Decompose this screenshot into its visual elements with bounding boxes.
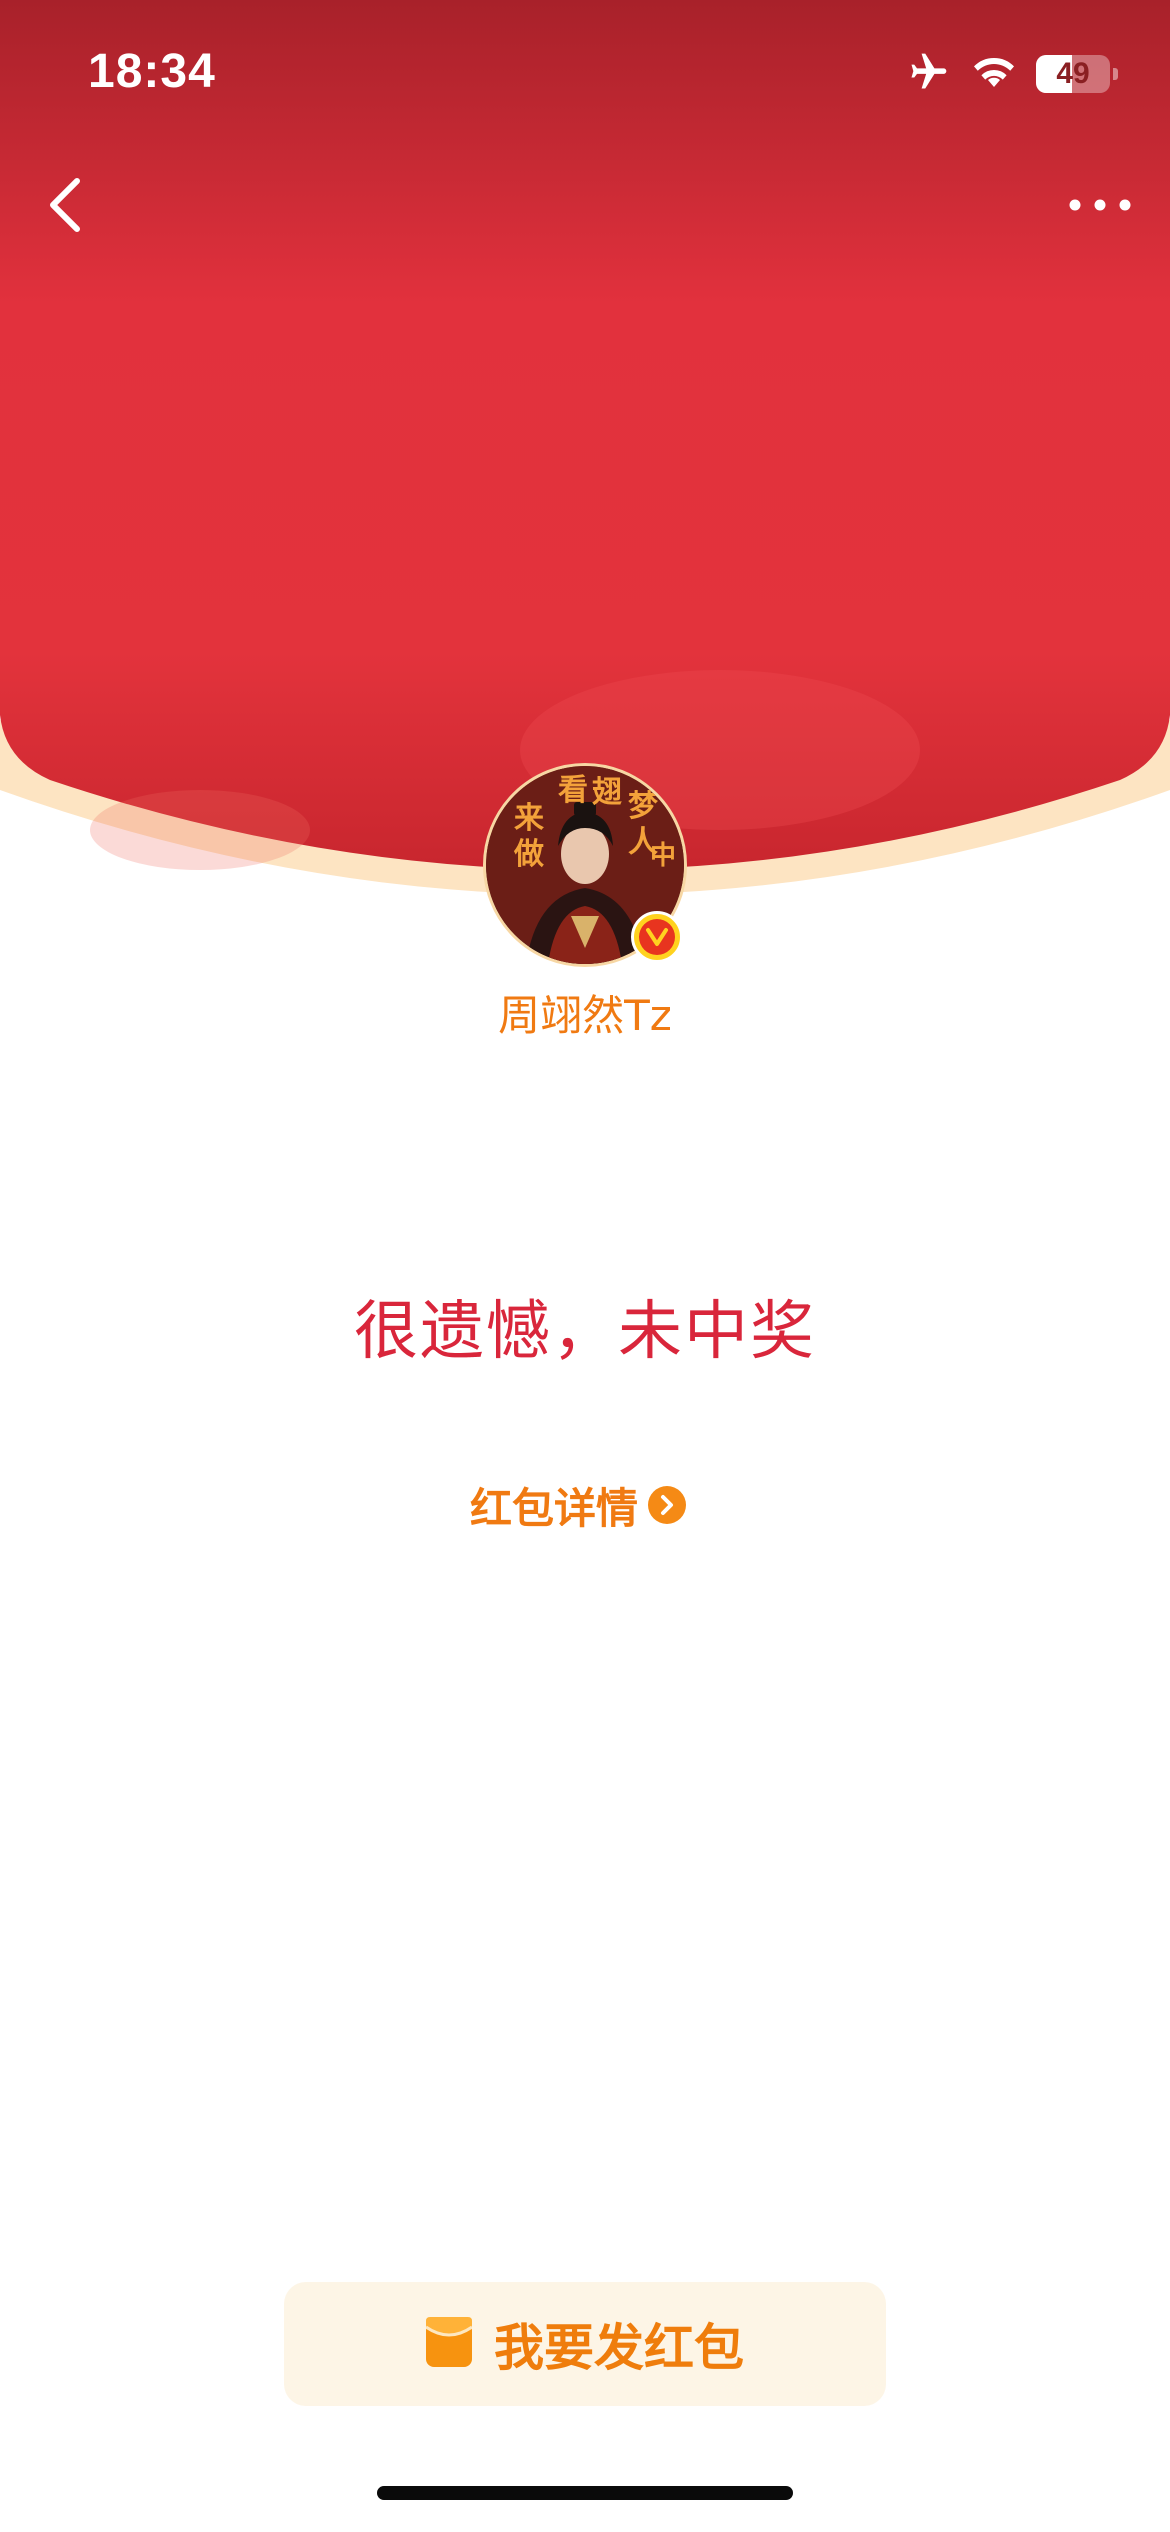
send-button-label: 我要发红包: [494, 2319, 744, 2377]
battery-icon: 49: [1036, 55, 1118, 93]
svg-text:做: 做: [513, 837, 544, 872]
status-time: 18:34: [88, 45, 216, 98]
red-packet-icon: [425, 2317, 473, 2371]
sender-name[interactable]: 周翊然Tz: [0, 982, 1170, 1043]
more-button[interactable]: [1060, 170, 1140, 240]
airplane-icon: [904, 50, 952, 98]
home-indicator[interactable]: [377, 2486, 793, 2500]
back-button[interactable]: [30, 170, 100, 240]
chevron-left-icon: [50, 178, 80, 232]
send-red-packet-button[interactable]: 我要发红包: [284, 2282, 886, 2406]
battery-tip: [1113, 68, 1118, 80]
svg-text:看: 看: [558, 773, 588, 808]
svg-text:梦: 梦: [628, 789, 658, 824]
status-bar: 18:34 49: [0, 0, 1170, 150]
battery-level: 49: [1056, 57, 1090, 90]
details-label: 红包详情: [470, 1483, 639, 1533]
sender-avatar[interactable]: 来 看 翅 梦 做 人 中: [483, 763, 687, 967]
verified-badge-icon: [631, 911, 683, 963]
status-icons: 49: [904, 48, 1118, 100]
result-message: 很遗憾，未中奖: [354, 1295, 816, 1369]
chevron-right-circle-icon: [648, 1486, 687, 1524]
more-dots-icon: [1069, 199, 1131, 211]
svg-text:翅: 翅: [592, 775, 622, 810]
svg-text:中: 中: [650, 841, 676, 871]
red-packet-details-link[interactable]: 红包详情: [470, 1478, 700, 1533]
wifi-icon: [970, 52, 1018, 96]
svg-text:来: 来: [514, 801, 544, 836]
